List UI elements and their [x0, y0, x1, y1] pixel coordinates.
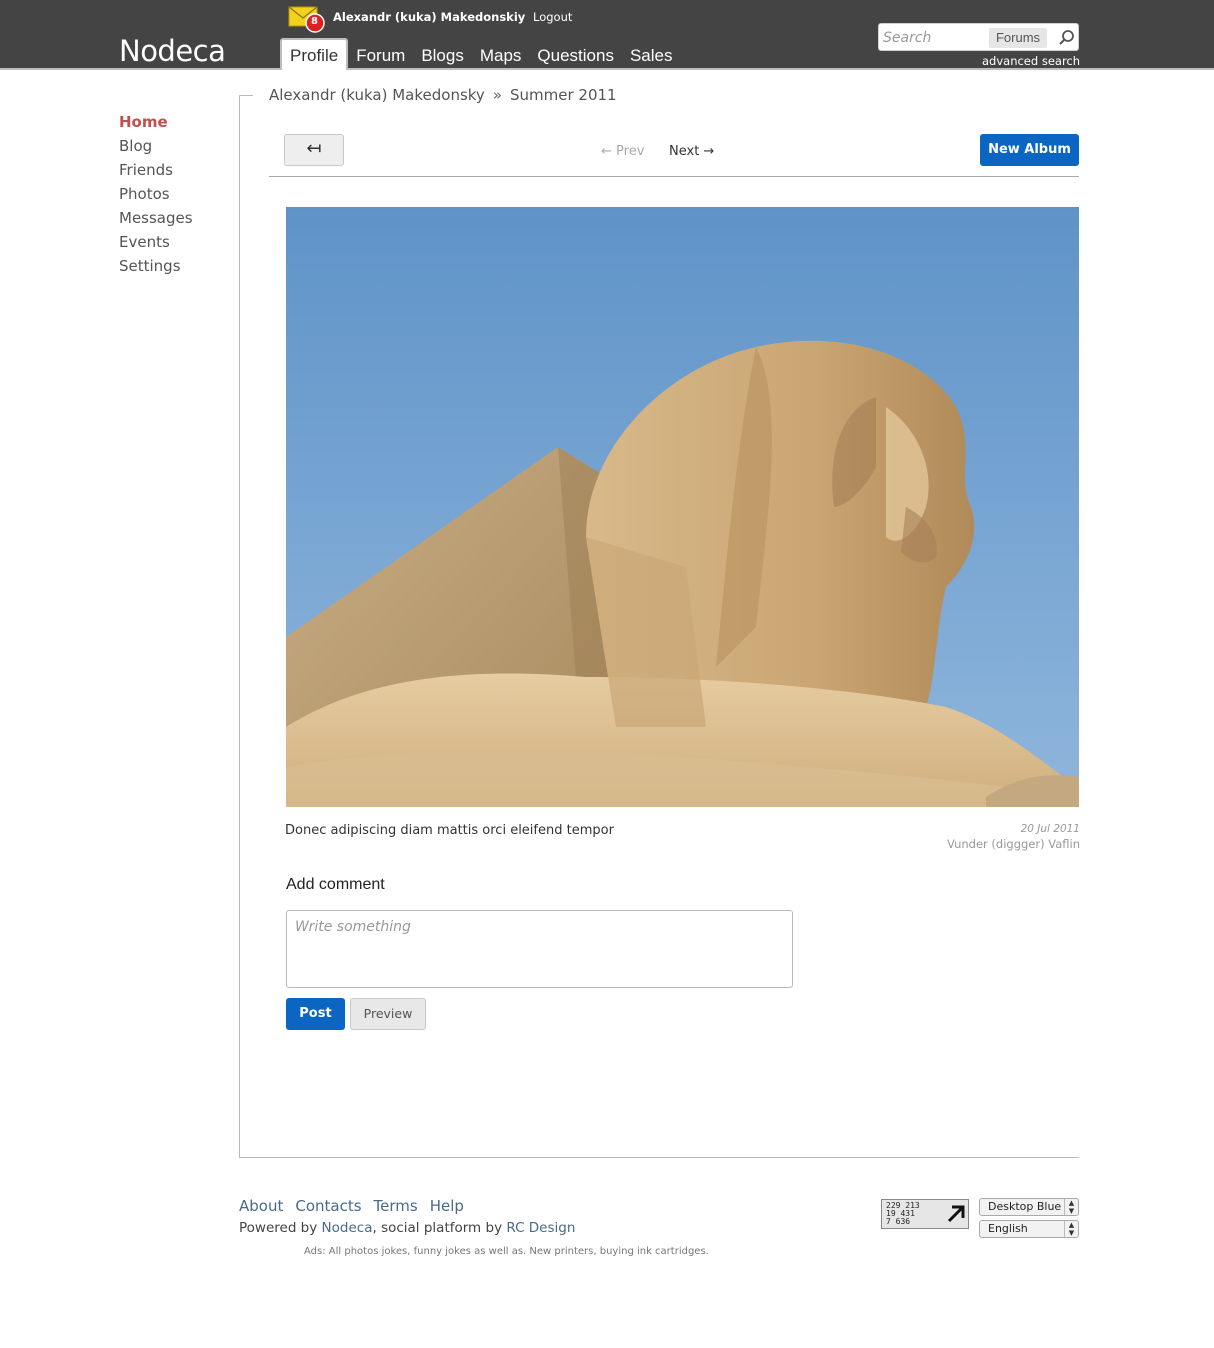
search-icon[interactable]	[1056, 27, 1078, 49]
profile-sidebar: Home Blog Friends Photos Messages Events…	[119, 112, 193, 280]
frame-border-top	[239, 95, 253, 96]
footer-links: About Contacts Terms Help	[239, 1197, 464, 1215]
add-comment-heading: Add comment	[286, 876, 385, 893]
footer-link-help[interactable]: Help	[430, 1197, 464, 1215]
tab-maps[interactable]: Maps	[472, 38, 530, 70]
breadcrumb-separator: »	[492, 86, 502, 104]
language-select-value: English	[988, 1222, 1028, 1235]
next-photo-link[interactable]: Next →	[669, 144, 714, 159]
photo-author[interactable]: Vunder (diggger) Vaflin	[947, 837, 1080, 851]
frame-border-left	[239, 95, 240, 1158]
preview-button[interactable]: Preview	[350, 998, 426, 1030]
new-album-button[interactable]: New Album	[980, 134, 1079, 166]
sidebar-item-events[interactable]: Events	[119, 232, 193, 256]
comment-textarea[interactable]	[286, 910, 793, 988]
tab-blogs[interactable]: Blogs	[413, 38, 472, 70]
footer-link-about[interactable]: About	[239, 1197, 283, 1215]
main-nav: Profile Forum Blogs Maps Questions Sales	[280, 38, 681, 70]
frame-border-bottom	[239, 1157, 1079, 1158]
counter-line: 7 636	[886, 1217, 911, 1226]
top-bar: Nodeca 8 Alexandr (kuka) Makedonskiy Log…	[0, 0, 1214, 70]
album-photo[interactable]	[286, 207, 1079, 807]
search-scope-button[interactable]: Forums	[989, 28, 1047, 48]
select-arrows-icon: ▲ ▼	[1064, 1221, 1078, 1237]
sidebar-item-photos[interactable]: Photos	[119, 184, 193, 208]
sidebar-item-settings[interactable]: Settings	[119, 256, 193, 280]
post-button[interactable]: Post	[286, 998, 345, 1030]
advanced-search-link[interactable]: advanced search	[982, 54, 1080, 68]
powered-prefix: Powered by	[239, 1220, 318, 1236]
ads-text: Ads: All photos jokes, funny jokes as we…	[304, 1246, 709, 1257]
theme-select-value: Desktop Blue	[988, 1200, 1062, 1213]
sidebar-item-blog[interactable]: Blog	[119, 136, 193, 160]
breadcrumb-user[interactable]: Alexandr (kuka) Makedonsky	[269, 86, 485, 104]
user-name[interactable]: Alexandr (kuka) Makedonskiy	[333, 10, 525, 24]
unread-count-badge: 8	[311, 16, 318, 27]
back-to-album-button[interactable]: ↤	[284, 134, 344, 166]
tab-questions[interactable]: Questions	[529, 38, 622, 70]
sidebar-item-messages[interactable]: Messages	[119, 208, 193, 232]
sidebar-item-home[interactable]: Home	[119, 112, 193, 136]
site-logo[interactable]: Nodeca	[119, 34, 226, 68]
breadcrumb-album[interactable]: Summer 2011	[510, 86, 617, 104]
mail-icon[interactable]: 8	[288, 6, 328, 34]
rc-design-link[interactable]: RC Design	[506, 1220, 575, 1236]
visit-counter[interactable]: 229 213 19 431 7 636	[881, 1199, 969, 1229]
sidebar-item-friends[interactable]: Friends	[119, 160, 193, 184]
footer-link-terms[interactable]: Terms	[374, 1197, 418, 1215]
search-box: Forums	[878, 23, 1079, 51]
arrow-up-right-icon	[947, 1205, 965, 1223]
language-select[interactable]: English ▲ ▼	[979, 1220, 1079, 1238]
logout-link[interactable]: Logout	[533, 10, 572, 24]
prev-photo-link[interactable]: ← Prev	[601, 144, 644, 159]
powered-middle: , social platform by	[372, 1220, 503, 1236]
breadcrumb: Alexandr (kuka) Makedonsky » Summer 2011	[269, 86, 617, 104]
theme-select[interactable]: Desktop Blue ▲ ▼	[979, 1198, 1079, 1216]
photo-date: 20 Jul 2011	[1020, 823, 1080, 835]
photo-caption: Donec adipiscing diam mattis orci eleife…	[285, 823, 614, 838]
select-arrows-icon: ▲ ▼	[1064, 1199, 1078, 1215]
powered-by: Powered by Nodeca, social platform by RC…	[239, 1220, 575, 1236]
nodeca-link[interactable]: Nodeca	[322, 1220, 373, 1236]
footer-link-contacts[interactable]: Contacts	[295, 1197, 361, 1215]
tab-profile[interactable]: Profile	[280, 38, 349, 70]
tab-sales[interactable]: Sales	[622, 38, 681, 70]
tab-forum[interactable]: Forum	[348, 38, 413, 70]
divider	[269, 176, 1079, 177]
search-input[interactable]	[883, 28, 983, 48]
